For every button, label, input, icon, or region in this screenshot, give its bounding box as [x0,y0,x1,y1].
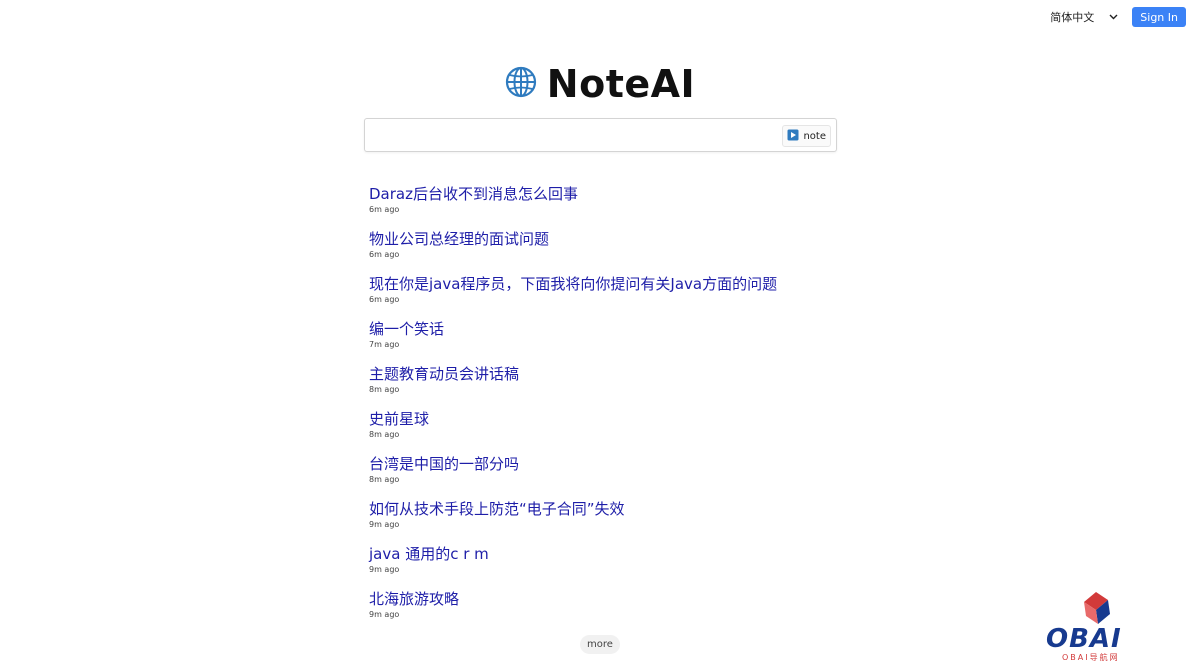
more-button[interactable]: more [580,635,620,654]
history-link[interactable]: 主题教育动员会讲话稿 [369,364,1069,384]
history-link[interactable]: Daraz后台收不到消息怎么回事 [369,184,1069,204]
search-box: note [364,118,837,152]
timestamp: 7m ago [369,340,400,349]
watermark-logo: OBAI OBAI导航网 [1040,586,1150,666]
sign-in-button[interactable]: Sign In [1132,7,1186,27]
list-item: 编一个笑话 7m ago [369,319,1069,364]
list-item: java 通用的c r m 9m ago [369,544,1069,589]
play-icon [787,129,799,144]
history-link[interactable]: 史前星球 [369,409,1069,429]
top-bar: 简体中文 Sign In [1046,7,1186,27]
watermark-text: OBAI [1046,624,1122,654]
timestamp: 9m ago [369,520,400,529]
note-button[interactable]: note [782,125,831,147]
watermark-subtext: OBAI导航网 [1062,653,1120,662]
list-item: 史前星球 8m ago [369,409,1069,454]
timestamp: 6m ago [369,250,400,259]
timestamp: 8m ago [369,430,400,439]
history-link[interactable]: 如何从技术手段上防范“电子合同”失效 [369,499,1069,519]
globe-icon [505,66,537,102]
list-item: 主题教育动员会讲话稿 8m ago [369,364,1069,409]
history-link[interactable]: 台湾是中国的一部分吗 [369,454,1069,474]
note-button-label: note [803,130,826,142]
list-item: 如何从技术手段上防范“电子合同”失效 9m ago [369,499,1069,544]
history-link[interactable]: 北海旅游攻略 [369,589,1069,609]
search-input[interactable] [371,123,785,149]
history-list: Daraz后台收不到消息怎么回事 6m ago 物业公司总经理的面试问题 6m … [369,184,1069,634]
list-item: 北海旅游攻略 9m ago [369,589,1069,634]
timestamp: 6m ago [369,205,400,214]
list-item: 现在你是java程序员，下面我将向你提问有关Java方面的问题 6m ago [369,274,1069,319]
history-link[interactable]: java 通用的c r m [369,544,1069,564]
list-item: 台湾是中国的一部分吗 8m ago [369,454,1069,499]
cube-icon [1084,592,1110,624]
language-label: 简体中文 [1050,11,1095,24]
timestamp: 8m ago [369,475,400,484]
timestamp: 9m ago [369,565,400,574]
list-item: Daraz后台收不到消息怎么回事 6m ago [369,184,1069,229]
history-link[interactable]: 现在你是java程序员，下面我将向你提问有关Java方面的问题 [369,274,1069,294]
timestamp: 9m ago [369,610,400,619]
timestamp: 6m ago [369,295,400,304]
history-link[interactable]: 编一个笑话 [369,319,1069,339]
timestamp: 8m ago [369,385,400,394]
chevron-down-icon [1108,12,1118,22]
brand-logo: NoteAI [0,62,1200,106]
history-link[interactable]: 物业公司总经理的面试问题 [369,229,1069,249]
list-item: 物业公司总经理的面试问题 6m ago [369,229,1069,274]
language-select[interactable]: 简体中文 [1046,7,1122,27]
brand-name: NoteAI [546,62,696,106]
